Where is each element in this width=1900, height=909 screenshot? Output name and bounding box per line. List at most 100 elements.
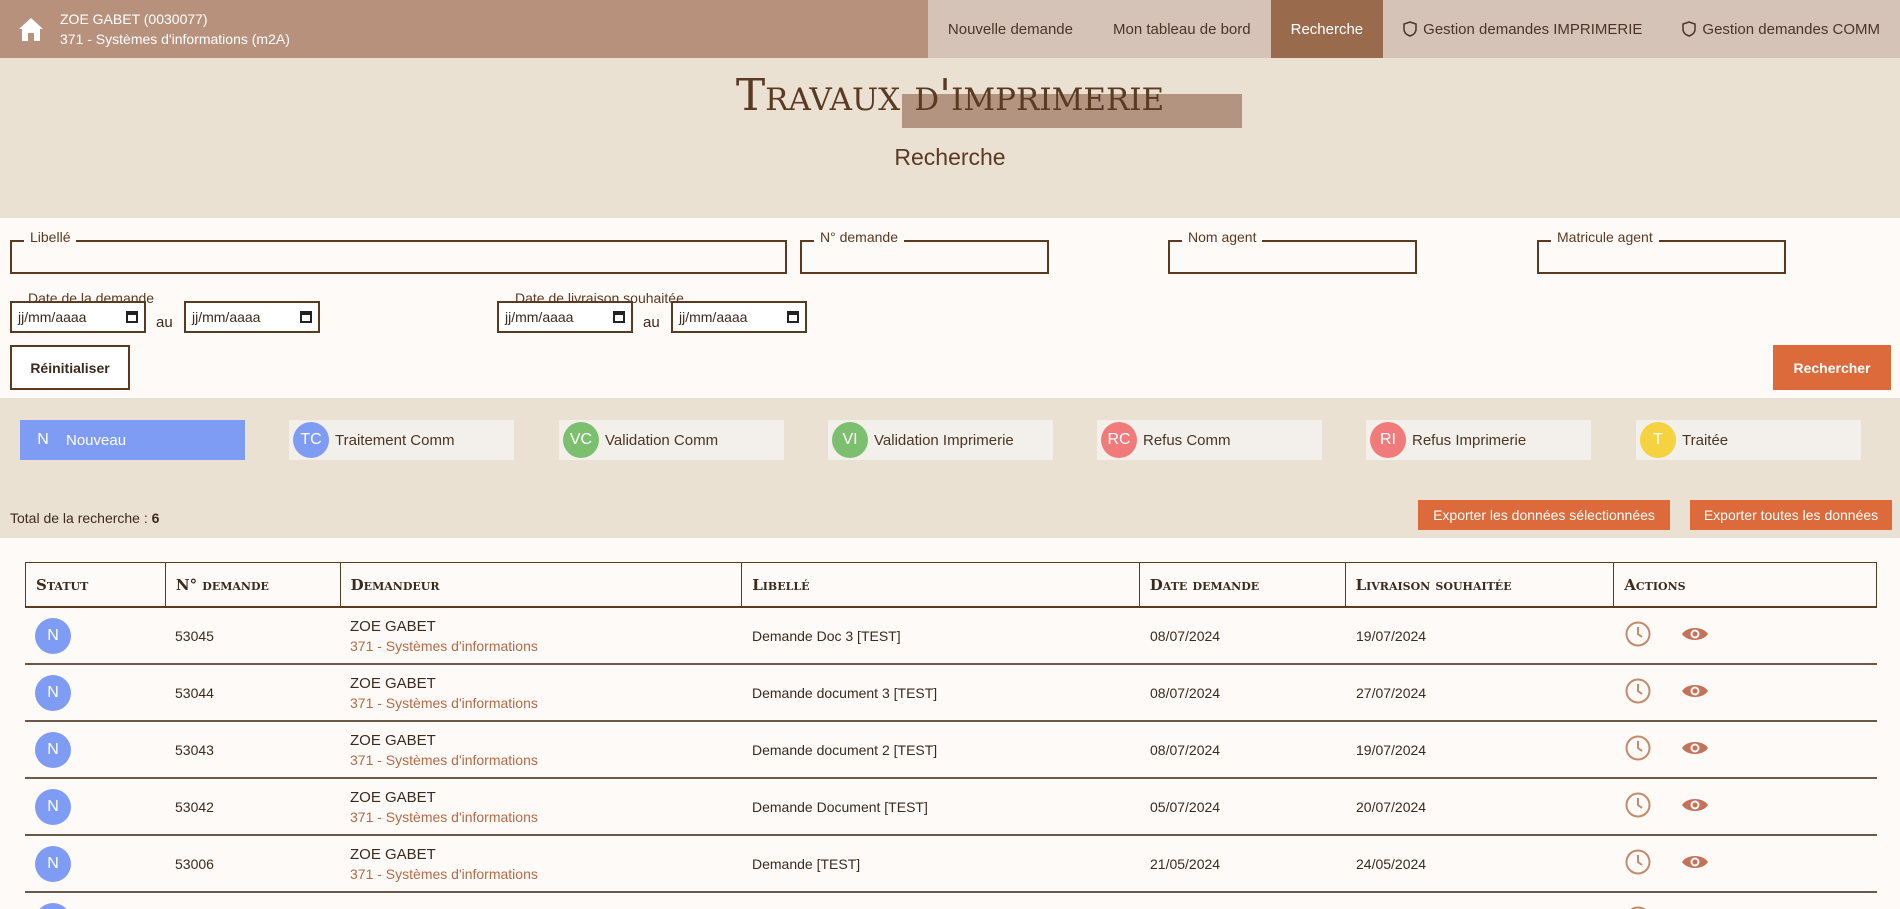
col-libelle[interactable]: Libellé xyxy=(742,563,1140,606)
cell-demandeur-service: 371 - Systèmes d'informations xyxy=(350,808,538,825)
status-chip-validation-imprimerie[interactable]: VI Validation Imprimerie xyxy=(828,420,1053,460)
cell-numero: 53044 xyxy=(175,684,214,701)
status-badge: N xyxy=(35,617,71,654)
status-badge: RC xyxy=(1101,422,1137,458)
export-selected-button[interactable]: Exporter les données sélectionnées xyxy=(1418,500,1670,530)
results-table: Statut N° demande Demandeur Libellé Date… xyxy=(25,562,1877,909)
cell-libelle: Demande Document [TEST] xyxy=(752,798,928,815)
history-icon[interactable] xyxy=(1625,792,1651,821)
status-chip-traitement-comm[interactable]: TC Traitement Comm xyxy=(289,420,514,460)
nav-tableau-de-bord[interactable]: Mon tableau de bord xyxy=(1093,0,1271,58)
status-badge: N xyxy=(35,788,71,825)
table-row[interactable]: N 53044 ZOE GABET 371 - Systèmes d'informat… xyxy=(25,665,1877,722)
nom-agent-label: Nom agent xyxy=(1182,229,1263,245)
history-icon[interactable] xyxy=(1625,735,1651,764)
page-title: Travaux d'imprimerie xyxy=(735,70,1165,121)
shield-icon xyxy=(1682,21,1697,37)
nav-gestion-comm[interactable]: Gestion demandes COMM xyxy=(1662,0,1900,58)
table-row[interactable]: N 53006 ZOE GABET 371 - Systèmes d'informat… xyxy=(25,836,1877,893)
table-header: Statut N° demande Demandeur Libellé Date… xyxy=(25,562,1877,608)
cell-numero: 53045 xyxy=(175,627,214,644)
nom-agent-field[interactable]: Nom agent xyxy=(1168,229,1417,274)
cell-livraison: 19/07/2024 xyxy=(1356,627,1427,644)
calendar-icon[interactable] xyxy=(613,311,625,323)
au-label: au xyxy=(643,314,660,331)
status-badge: N xyxy=(35,674,71,711)
home-icon[interactable] xyxy=(16,14,46,44)
status-badge: VI xyxy=(832,422,868,458)
view-icon[interactable] xyxy=(1681,739,1709,760)
nav-nouvelle-demande[interactable]: Nouvelle demande xyxy=(928,0,1093,58)
reset-button[interactable]: Réinitialiser xyxy=(10,345,130,390)
date-demande-to[interactable]: jj/mm/aaaa xyxy=(184,301,320,333)
cell-demandeur-name: ZOE GABET xyxy=(350,845,436,863)
libelle-label: Libellé xyxy=(24,229,77,245)
export-all-button[interactable]: Exporter toutes les données xyxy=(1690,500,1892,530)
numero-label: N° demande xyxy=(814,229,904,245)
nav-recherche[interactable]: Recherche xyxy=(1270,0,1384,58)
date-livraison-to[interactable]: jj/mm/aaaa xyxy=(671,301,807,333)
shield-icon xyxy=(1403,21,1417,37)
view-icon[interactable] xyxy=(1681,625,1709,646)
col-date-demande[interactable]: Date demande xyxy=(1140,563,1346,606)
libelle-field[interactable]: Libellé xyxy=(10,229,787,274)
matricule-label: Matricule agent xyxy=(1551,229,1659,245)
top-navbar: ZOE GABET (0030077) 371 - Systèmes d'inf… xyxy=(0,0,1900,58)
cell-livraison: 20/07/2024 xyxy=(1356,798,1427,815)
cell-date-demande: 08/07/2024 xyxy=(1150,741,1221,758)
status-chip-traitee[interactable]: T Traitée xyxy=(1636,420,1861,460)
cell-demandeur-name: ZOE GABET xyxy=(350,617,436,635)
cell-libelle: Demande [TEST] xyxy=(752,855,861,872)
cell-numero: 53043 xyxy=(175,741,214,758)
calendar-icon[interactable] xyxy=(126,311,138,323)
matricule-field[interactable]: Matricule agent xyxy=(1537,229,1786,274)
status-chip-refus-imprimerie[interactable]: RI Refus Imprimerie xyxy=(1366,420,1591,460)
table-row[interactable]: NZOE GABET xyxy=(25,893,1877,909)
cell-numero: 53006 xyxy=(175,855,214,872)
history-icon[interactable] xyxy=(1625,678,1651,707)
col-actions: Actions xyxy=(1624,575,1686,594)
search-form: Libellé N° demande Nom agent Matricule a… xyxy=(0,218,1900,398)
status-badge: T xyxy=(1640,422,1676,458)
col-statut[interactable]: Statut xyxy=(26,563,166,606)
history-icon[interactable] xyxy=(1625,849,1651,878)
cell-date-demande: 08/07/2024 xyxy=(1150,627,1221,644)
view-icon[interactable] xyxy=(1681,853,1709,874)
table-row[interactable]: N 53042 ZOE GABET 371 - Systèmes d'informat… xyxy=(25,779,1877,836)
col-livraison[interactable]: Livraison souhaitée xyxy=(1346,563,1615,606)
nav-gestion-imprimerie[interactable]: Gestion demandes IMPRIMERIE xyxy=(1383,0,1662,58)
status-filter-band: N Nouveau TC Traitement Comm VC Validati… xyxy=(0,398,1900,538)
calendar-icon[interactable] xyxy=(787,311,799,323)
cell-demandeur-name: ZOE GABET xyxy=(350,731,436,749)
col-numero[interactable]: N° demande xyxy=(166,563,341,606)
cell-libelle: Demande document 2 [TEST] xyxy=(752,741,938,758)
table-row[interactable]: N 53043 ZOE GABET 371 - Systèmes d'informat… xyxy=(25,722,1877,779)
numero-field[interactable]: N° demande xyxy=(800,229,1049,274)
status-badge: N xyxy=(35,902,71,909)
cell-demandeur-service: 371 - Systèmes d'informations xyxy=(350,637,538,654)
cell-demandeur-name: ZOE GABET xyxy=(350,674,436,692)
table-row[interactable]: N 53045 ZOE GABET 371 - Systèmes d'informat… xyxy=(25,608,1877,665)
main-nav: Nouvelle demande Mon tableau de bord Rec… xyxy=(927,0,1900,58)
table-body: N 53045 ZOE GABET 371 - Systèmes d'informat… xyxy=(25,608,1877,909)
status-chip-refus-comm[interactable]: RC Refus Comm xyxy=(1097,420,1322,460)
total-count: 6 xyxy=(151,510,160,526)
cell-livraison: 19/07/2024 xyxy=(1356,741,1427,758)
view-icon[interactable] xyxy=(1681,682,1709,703)
date-demande-from[interactable]: jj/mm/aaaa xyxy=(10,301,146,333)
status-chip-nouveau[interactable]: N Nouveau xyxy=(20,420,245,460)
cell-livraison: 24/05/2024 xyxy=(1356,855,1427,872)
status-chip-validation-comm[interactable]: VC Validation Comm xyxy=(559,420,784,460)
search-button[interactable]: Rechercher xyxy=(1773,345,1891,390)
calendar-icon[interactable] xyxy=(300,311,312,323)
date-livraison-from[interactable]: jj/mm/aaaa xyxy=(497,301,633,333)
status-badge: N xyxy=(35,845,71,882)
col-demandeur[interactable]: Demandeur xyxy=(341,563,743,606)
au-label: au xyxy=(156,314,173,331)
status-badge: TC xyxy=(293,422,329,458)
cell-libelle: Demande document 3 [TEST] xyxy=(752,684,938,701)
view-icon[interactable] xyxy=(1681,796,1709,817)
total-results: Total de la recherche : 6 xyxy=(10,510,160,526)
cell-date-demande: 08/07/2024 xyxy=(1150,684,1221,701)
history-icon[interactable] xyxy=(1625,621,1651,650)
